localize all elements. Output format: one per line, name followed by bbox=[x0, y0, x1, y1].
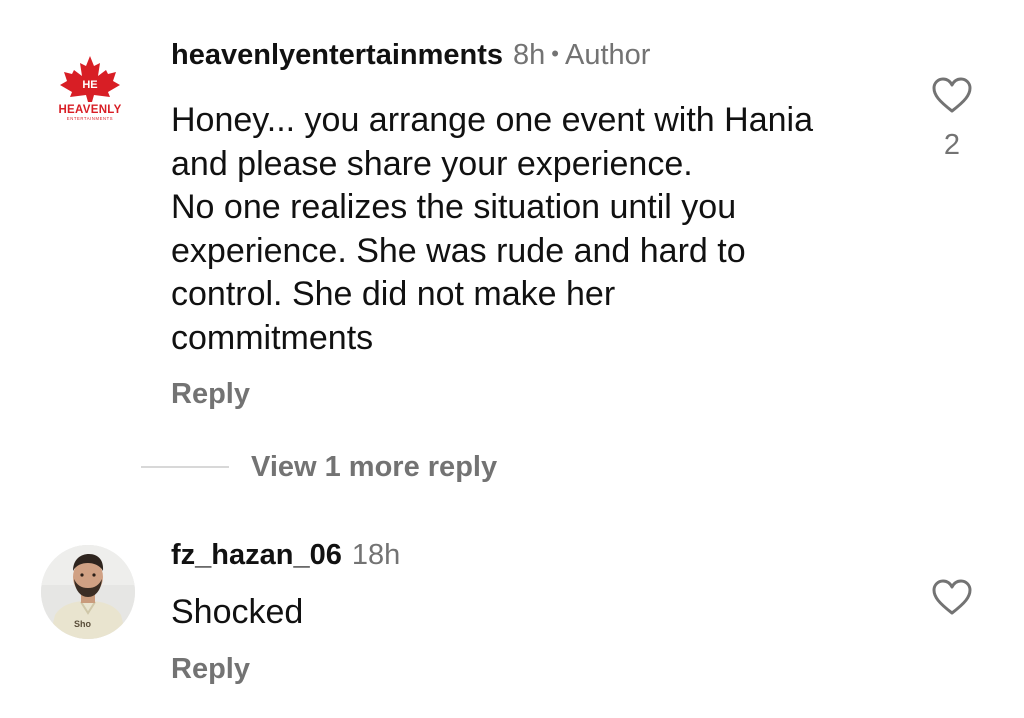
like-count: 2 bbox=[943, 129, 961, 161]
brand-text: HEAVENLY bbox=[58, 104, 121, 116]
comment-header: heavenlyentertainments 8h • Author bbox=[171, 37, 650, 72]
reply-button[interactable]: Reply bbox=[171, 652, 250, 686]
comment-text-line: control. She did not make her bbox=[171, 275, 616, 313]
comment-text-line: commitments bbox=[171, 318, 374, 357]
replies-divider bbox=[141, 466, 229, 468]
like-control: 2 bbox=[928, 76, 976, 162]
avatar[interactable]: Sho bbox=[41, 545, 135, 639]
comment-header: fz_hazan_06 18h bbox=[171, 538, 400, 572]
comment-text: Honey... you arrange one event with Hani… bbox=[171, 99, 813, 360]
brand-subtext: ENTERTAINMENTS bbox=[67, 116, 113, 121]
comment-text-line: and please share your experience. bbox=[171, 144, 693, 183]
view-more-replies[interactable]: View 1 more reply bbox=[141, 449, 497, 485]
like-control bbox=[928, 578, 976, 616]
author-badge: Author bbox=[564, 39, 651, 71]
comment-text-line: Shocked bbox=[171, 593, 304, 631]
avatar[interactable]: HE HEAVENLY ENTERTAINMENTS bbox=[50, 52, 130, 132]
username[interactable]: fz_hazan_06 bbox=[171, 539, 342, 571]
profile-photo: Sho bbox=[41, 545, 135, 639]
separator-dot: • bbox=[551, 41, 559, 66]
leaf-mark: HE bbox=[82, 79, 97, 91]
heart-outline-icon[interactable] bbox=[931, 76, 973, 114]
view-more-replies-label: View 1 more reply bbox=[251, 450, 498, 483]
reply-button[interactable]: Reply bbox=[171, 377, 250, 411]
heart-outline-icon[interactable] bbox=[931, 578, 973, 616]
comment-text-line: Honey... you arrange one event with Hani… bbox=[171, 101, 813, 139]
maple-leaf-logo: HE HEAVENLY ENTERTAINMENTS bbox=[58, 56, 121, 121]
username[interactable]: heavenlyentertainments bbox=[171, 39, 503, 71]
comment-text-line: No one realizes the situation until you bbox=[171, 188, 737, 226]
comment-text-line: experience. She was rude and hard to bbox=[171, 231, 746, 270]
comment-text: Shocked bbox=[171, 591, 303, 635]
svg-text:Sho: Sho bbox=[74, 619, 92, 629]
timestamp: 18h bbox=[351, 539, 401, 571]
timestamp: 8h bbox=[513, 39, 546, 71]
